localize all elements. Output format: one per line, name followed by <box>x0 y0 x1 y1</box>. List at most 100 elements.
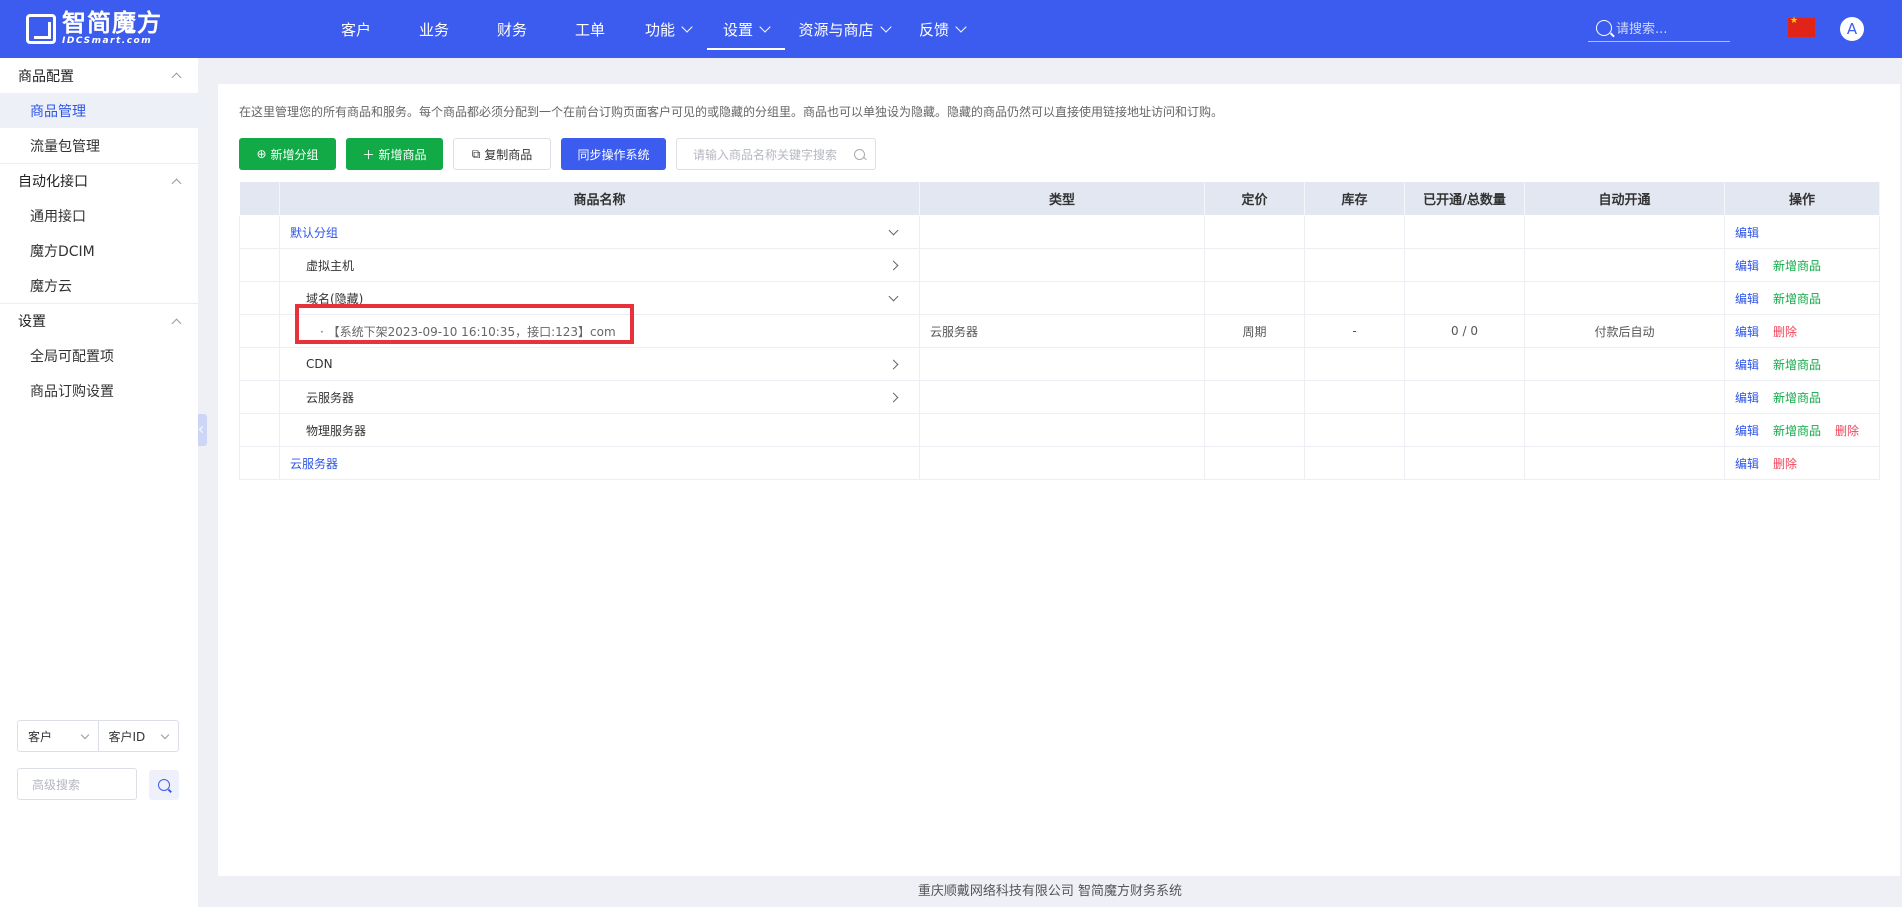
cell-count <box>1404 380 1525 414</box>
chevron-down-icon[interactable] <box>888 225 899 236</box>
edit-link[interactable]: 编辑 <box>1735 389 1759 406</box>
sidebar-item[interactable]: 商品管理 <box>0 93 198 128</box>
chevron-right-icon[interactable] <box>888 392 899 403</box>
add-product-link[interactable]: 新增商品 <box>1773 422 1821 439</box>
edit-link[interactable]: 编辑 <box>1735 257 1759 274</box>
sidebar-group-title[interactable]: 设置 <box>0 303 198 338</box>
nav-item-7[interactable]: 反馈 <box>903 0 981 58</box>
cell-type <box>919 215 1205 249</box>
group-name[interactable]: 默认分组 <box>290 226 338 240</box>
brand-logo[interactable]: 智简魔方 IDCSmart.com <box>26 11 162 46</box>
cell-count <box>1404 248 1525 282</box>
chevron-down-icon <box>955 20 967 33</box>
add-product-button[interactable]: ＋ 新增商品 <box>346 138 443 170</box>
sidebar-group-label: 自动化接口 <box>18 174 88 190</box>
sidebar-item[interactable]: 商品订购设置 <box>0 373 198 408</box>
product-name-cell[interactable]: 物理服务器 <box>279 413 920 447</box>
page-description: 在这里管理您的所有商品和服务。每个商品都必须分配到一个在前台订购页面客户可见的或… <box>239 105 1224 119</box>
edit-link[interactable]: 编辑 <box>1735 323 1759 340</box>
sidebar-item[interactable]: 魔方云 <box>0 268 198 303</box>
edit-link[interactable]: 编辑 <box>1735 455 1759 472</box>
sidebar-group-title[interactable]: 商品配置 <box>0 58 198 93</box>
nav-item-1[interactable]: 业务 <box>395 0 473 58</box>
actions-cell: 编辑 新增商品 <box>1724 347 1880 381</box>
subgroup-name: 虚拟主机 <box>306 258 355 273</box>
add-product-link[interactable]: 新增商品 <box>1773 389 1821 406</box>
row-gutter <box>239 446 280 480</box>
cell-price <box>1204 347 1305 381</box>
quick-filter: 客户 客户ID <box>17 720 179 752</box>
language-flag-icon[interactable] <box>1788 16 1815 37</box>
add-group-button[interactable]: ⊕ 新增分组 <box>239 138 336 170</box>
sidebar-item[interactable]: 通用接口 <box>0 198 198 233</box>
sidebar-item[interactable]: 魔方DCIM <box>0 233 198 268</box>
actions-cell: 编辑 <box>1724 215 1880 249</box>
delete-link[interactable]: 删除 <box>1773 323 1797 340</box>
sidebar-item[interactable]: 流量包管理 <box>0 128 198 163</box>
chevron-right-icon[interactable] <box>888 260 899 271</box>
advanced-search-button[interactable] <box>149 770 179 800</box>
global-search[interactable]: 请搜索... <box>1588 14 1730 42</box>
actions-cell: 编辑 新增商品 <box>1724 281 1880 315</box>
sync-os-button[interactable]: 同步操作系统 <box>561 138 666 170</box>
add-product-link[interactable]: 新增商品 <box>1773 356 1821 373</box>
table-row: CDN 编辑 新增商品 <box>239 347 1880 381</box>
cell-count: 0 / 0 <box>1404 314 1525 348</box>
product-name-cell[interactable]: 默认分组 <box>279 215 920 249</box>
product-name-cell[interactable]: CDN <box>279 347 920 381</box>
brand-domain: IDCSmart.com <box>62 36 153 46</box>
sidebar-item[interactable]: 全局可配置项 <box>0 338 198 373</box>
product-name-cell[interactable]: 虚拟主机 <box>279 248 920 282</box>
delete-link[interactable]: 删除 <box>1773 455 1797 472</box>
search-icon <box>158 779 170 791</box>
edit-link[interactable]: 编辑 <box>1735 290 1759 307</box>
nav-item-5[interactable]: 设置 <box>707 0 785 58</box>
nav-item-2[interactable]: 财务 <box>473 0 551 58</box>
copy-product-button[interactable]: ⧉ 复制商品 <box>453 138 551 170</box>
product-name-cell[interactable]: 云服务器 <box>279 446 920 480</box>
chevron-up-icon <box>171 72 182 83</box>
search-icon <box>854 148 865 160</box>
sidebar-group-title[interactable]: 自动化接口 <box>0 163 198 198</box>
edit-link[interactable]: 编辑 <box>1735 356 1759 373</box>
product-name-cell[interactable]: 云服务器 <box>279 380 920 414</box>
filter-type-select[interactable]: 客户 <box>18 721 98 751</box>
nav-label: 设置 <box>722 20 753 39</box>
subgroup-name: 云服务器 <box>306 390 355 405</box>
sync-os-label: 同步操作系统 <box>577 147 650 162</box>
user-avatar[interactable]: A <box>1840 17 1864 41</box>
plus-icon: ＋ <box>362 147 375 162</box>
cell-price <box>1204 281 1305 315</box>
actions-cell: 编辑 删除 <box>1724 314 1880 348</box>
delete-link[interactable]: 删除 <box>1835 422 1859 439</box>
global-search-placeholder: 请搜索... <box>1616 22 1668 37</box>
nav-item-6[interactable]: 资源与商店 <box>785 0 903 58</box>
row-gutter <box>239 281 280 315</box>
advanced-search-input[interactable]: 高级搜索 <box>17 768 137 800</box>
nav-item-4[interactable]: 功能 <box>629 0 707 58</box>
filter-field-select[interactable]: 客户ID <box>97 721 179 751</box>
cell-auto: 付款后自动 <box>1524 314 1725 348</box>
chevron-up-icon <box>171 178 182 188</box>
chevron-down-icon <box>759 20 771 33</box>
edit-link[interactable]: 编辑 <box>1735 422 1759 439</box>
product-search-input[interactable]: 请输入商品名称关键字搜索 <box>676 138 876 170</box>
nav-item-0[interactable]: 客户 <box>317 0 395 58</box>
group-name[interactable]: 云服务器 <box>290 457 338 471</box>
sidebar-group-label: 设置 <box>18 314 46 330</box>
nav-item-3[interactable]: 工单 <box>551 0 629 58</box>
cell-stock <box>1304 446 1405 480</box>
product-search-placeholder: 请输入商品名称关键字搜索 <box>693 147 838 162</box>
table-body: 默认分组 编辑 虚拟主机 编辑 新增商品 域名(隐藏) 编辑 新增商品 · 【系统下架2023-… <box>239 215 1880 480</box>
chevron-down-icon[interactable] <box>888 291 899 302</box>
actions-cell: 编辑 新增商品 <box>1724 380 1880 414</box>
sidebar-collapse-handle[interactable] <box>198 414 207 446</box>
column-header: 操作 <box>1724 181 1880 216</box>
cell-count <box>1404 281 1525 315</box>
add-product-link[interactable]: 新增商品 <box>1773 257 1821 274</box>
chevron-right-icon[interactable] <box>888 359 899 370</box>
edit-link[interactable]: 编辑 <box>1735 224 1759 241</box>
filter-field-value: 客户ID <box>108 729 146 744</box>
add-product-link[interactable]: 新增商品 <box>1773 290 1821 307</box>
column-header: 已开通/总数量 <box>1404 181 1525 216</box>
